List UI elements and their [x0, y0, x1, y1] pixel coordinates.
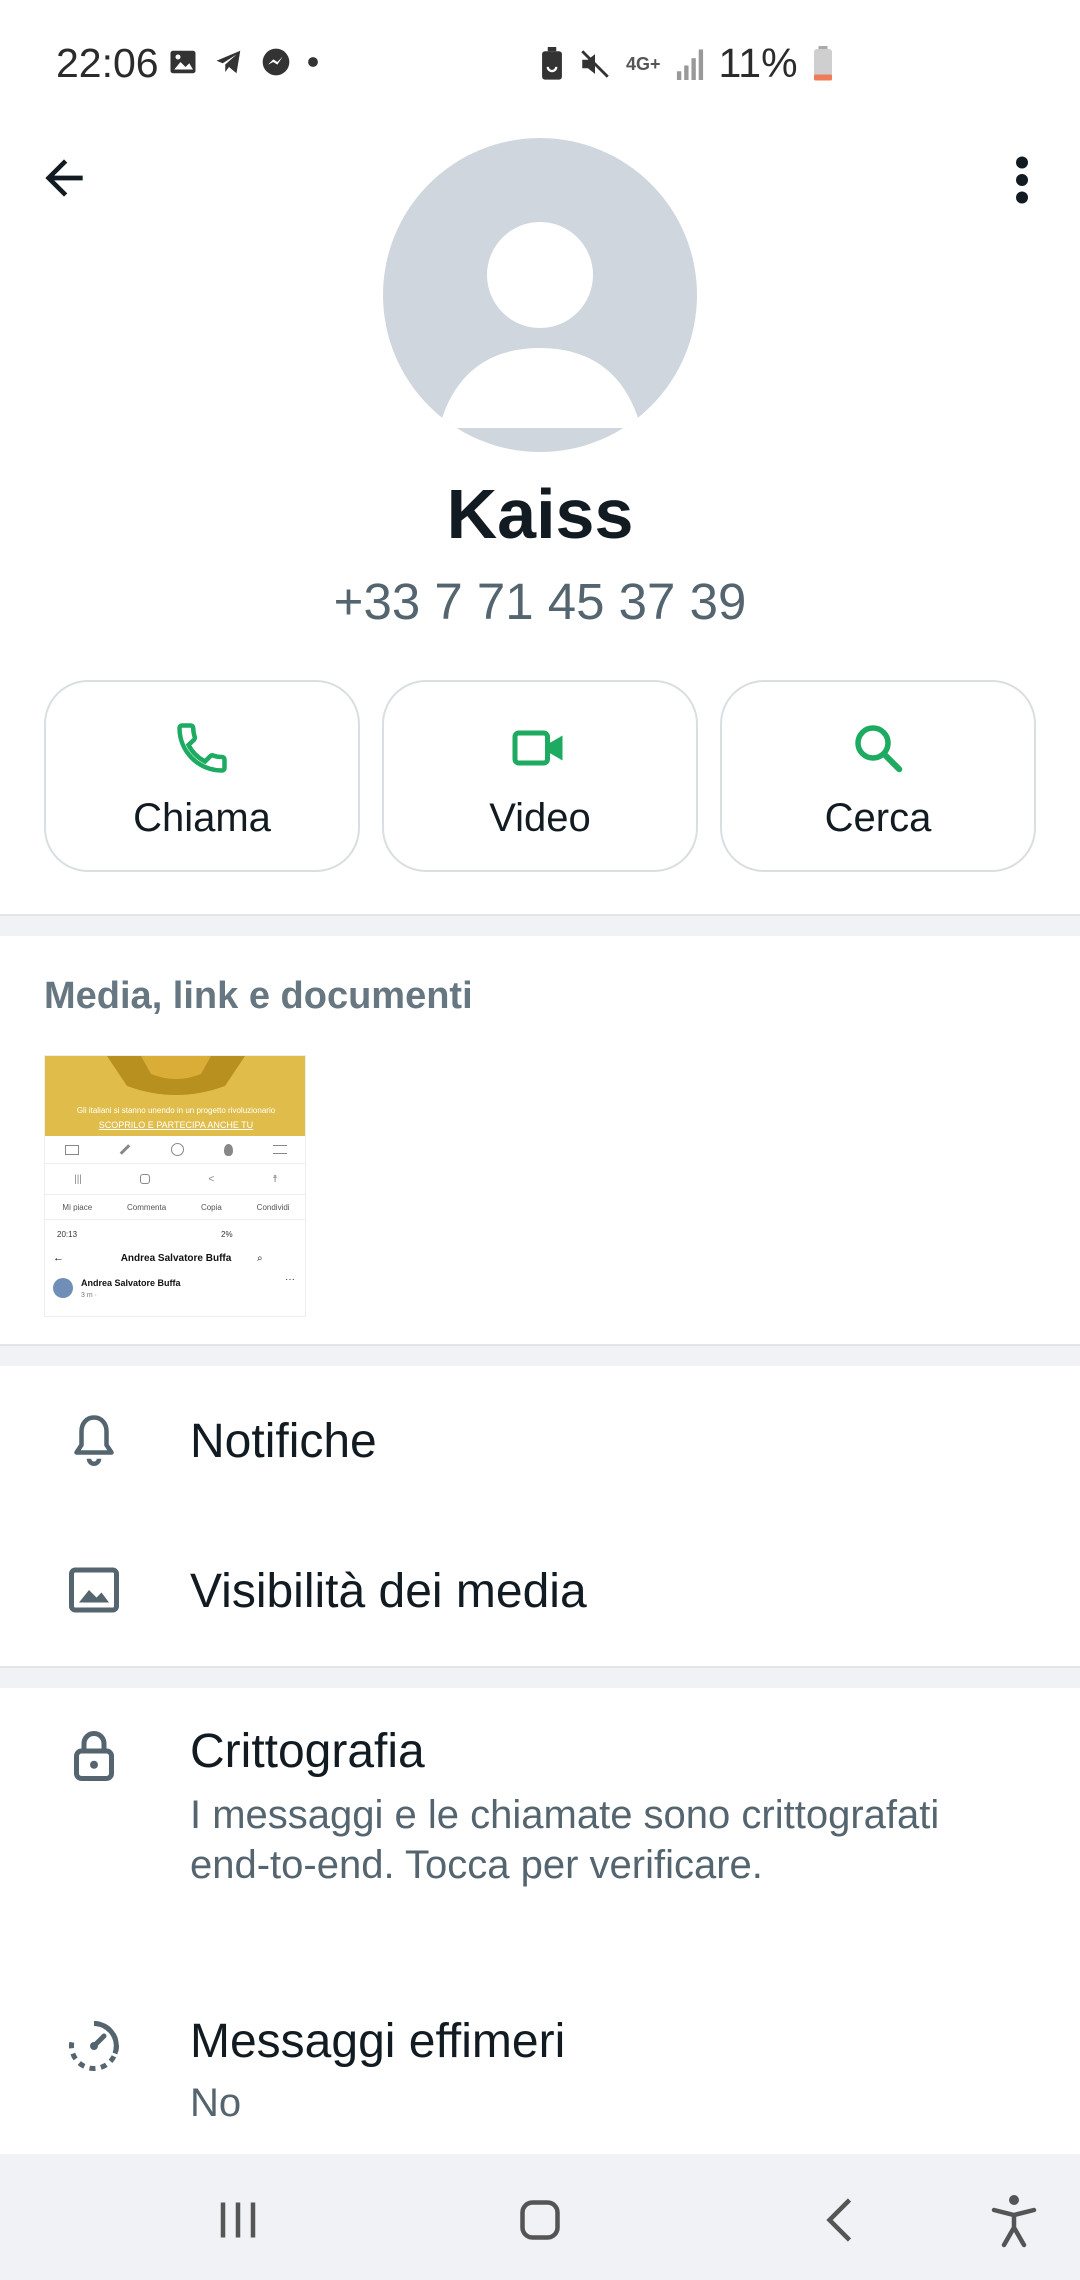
thumb-tab-icon: [224, 1143, 233, 1156]
thumb-copy: Copia: [200, 1202, 222, 1212]
encryption-row[interactable]: Crittografia I messaggi e le chiamate so…: [0, 1688, 1080, 1968]
thumb-post-actions: Mi piace Commenta Copia Condividi: [45, 1194, 305, 1220]
messenger-icon: [262, 48, 290, 76]
default-avatar-icon: [439, 222, 641, 428]
search-button[interactable]: Cerca: [720, 680, 1036, 872]
thumb-navbar: ||| < ☨: [45, 1164, 305, 1194]
disappearing-messages-row[interactable]: Messaggi effimeri No: [0, 1968, 1080, 2154]
phone-icon: [177, 723, 227, 773]
gear-icon: [107, 1056, 245, 1095]
section-divider: [0, 914, 1080, 936]
bell-icon: [74, 1415, 114, 1466]
thumb-search-icon: ⌕: [257, 1253, 263, 1264]
thumb-tab-icon: [171, 1143, 184, 1156]
battery-saver-icon: [542, 46, 562, 80]
image-icon: [69, 1567, 119, 1613]
system-navigation-bar: [0, 2154, 1080, 2280]
back-button[interactable]: [36, 150, 92, 206]
thumb-banner: Gli italiani si stanno unendo in un prog…: [45, 1056, 305, 1136]
signal-icon: [676, 48, 703, 80]
media-section-title[interactable]: Media, link e documenti: [44, 975, 473, 1018]
encryption-description: I messaggi e le chiamate sono crittograf…: [190, 1793, 940, 1887]
thumb-more-icon: ···: [285, 1274, 295, 1285]
video-icon: [512, 730, 563, 766]
thumb-header-name: Andrea Salvatore Buffa: [120, 1253, 232, 1264]
thumb-avatar: [53, 1278, 73, 1298]
thumb-like: Mi piace: [62, 1202, 93, 1212]
video-button[interactable]: Video: [382, 680, 698, 872]
mute-icon: [581, 49, 609, 78]
thumb-tab-icon: [273, 1145, 287, 1154]
call-label: Chiama: [133, 796, 271, 840]
thumb-tab-icon: [65, 1144, 79, 1155]
arrow-left-icon: [45, 159, 83, 197]
disappearing-messages-value: No: [190, 2081, 242, 2125]
lock-icon: [74, 1731, 114, 1781]
search-icon: [855, 725, 903, 773]
back-nav-icon[interactable]: [812, 2190, 872, 2250]
gallery-icon: [170, 50, 196, 74]
media-thumbnail[interactable]: Gli italiani si stanno unendo in un prog…: [44, 1055, 306, 1317]
thumb-banner-line1: Gli italiani si stanno unendo in un prog…: [76, 1106, 276, 1115]
section-divider: [0, 1666, 1080, 1688]
dot-icon: [308, 57, 318, 67]
thumb-status-time: 20:13: [57, 1230, 78, 1239]
action-buttons: Chiama Video Cerca: [44, 680, 1036, 872]
call-button[interactable]: Chiama: [44, 680, 360, 872]
thumb-tabbar: [45, 1136, 305, 1164]
thumb-post-author: Andrea Salvatore Buffa: [81, 1278, 181, 1288]
thumb-nav-accessibility: ☨: [272, 1173, 278, 1185]
thumb-banner-line2: SCOPRILO E PARTECIPA ANCHE TU: [98, 1120, 254, 1130]
status-bar: 22:06 4G+ 11%: [0, 0, 1080, 130]
system-status: 4G+ 11%: [540, 40, 834, 87]
accessibility-icon[interactable]: [984, 2190, 1044, 2250]
notification-icons: [168, 46, 320, 78]
telegram-icon: [216, 50, 241, 74]
recent-apps-icon[interactable]: [208, 2190, 268, 2250]
timer-icon: [68, 2021, 119, 2071]
search-label: Cerca: [824, 796, 932, 840]
thumb-tab-icon: [119, 1144, 131, 1155]
more-vertical-icon: [1016, 156, 1028, 204]
thumb-nav-recents: |||: [74, 1173, 82, 1185]
more-options-button[interactable]: [1000, 150, 1044, 210]
thumb-nav-back: <: [208, 1173, 215, 1185]
home-icon[interactable]: [510, 2190, 570, 2250]
notifications-row[interactable]: Notifiche: [0, 1366, 1080, 1516]
media-visibility-label: Visibilità dei media: [190, 1565, 587, 1618]
thumb-nav-home: [140, 1174, 151, 1184]
thumb-share: Condividi: [256, 1202, 290, 1212]
contact-phone: +33 7 71 45 37 39: [333, 573, 747, 630]
section-divider: [0, 1344, 1080, 1366]
status-time: 22:06: [56, 40, 159, 86]
thumb-status-battery: 2%: [221, 1230, 233, 1239]
thumb-comment: Commenta: [127, 1202, 167, 1212]
disappearing-messages-title: Messaggi effimeri: [190, 2015, 566, 2068]
media-visibility-row[interactable]: Visibilità dei media: [0, 1516, 1080, 1666]
network-icon: 4G+: [626, 53, 661, 74]
contact-avatar[interactable]: [383, 138, 697, 452]
notifications-label: Notifiche: [190, 1415, 377, 1468]
battery-icon: [813, 45, 832, 80]
contact-name: Kaiss: [446, 475, 634, 553]
battery-text: 11%: [718, 40, 798, 86]
encryption-title: Crittografia: [190, 1725, 425, 1778]
video-label: Video: [489, 796, 591, 840]
thumb-post-meta: 3 m ·: [81, 1292, 97, 1299]
